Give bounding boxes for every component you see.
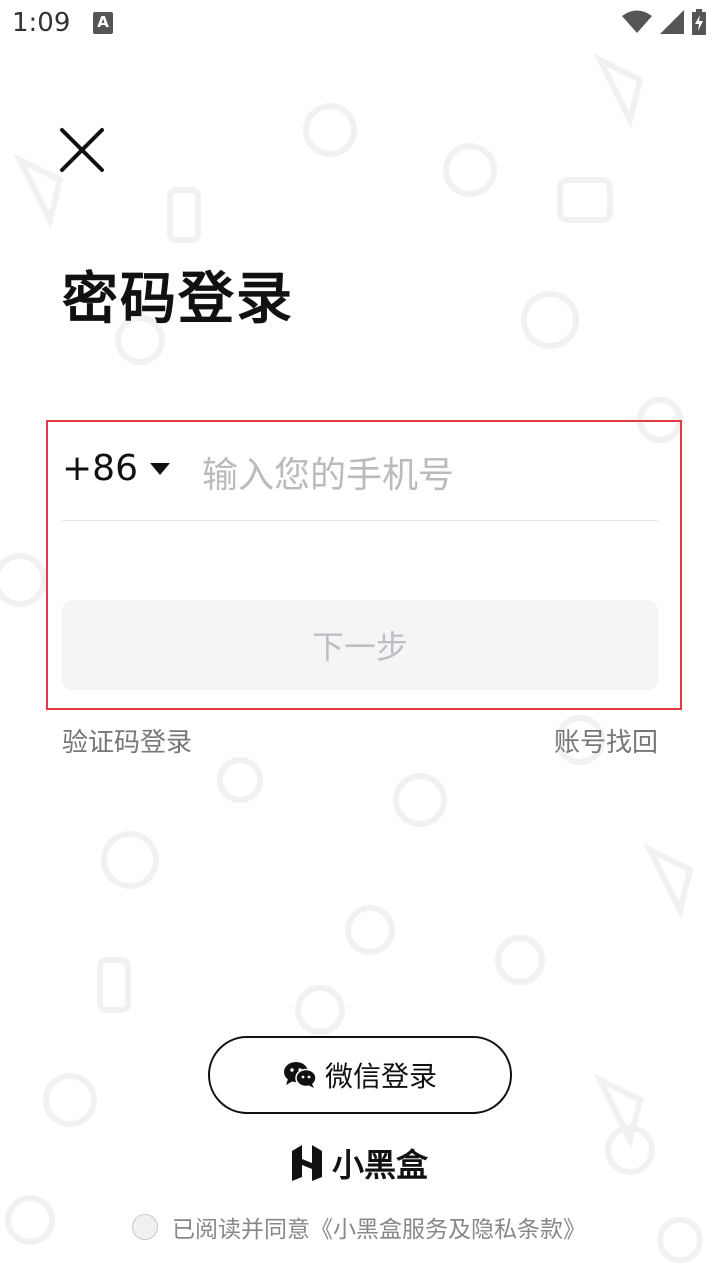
wechat-login-button[interactable]: 微信登录 — [208, 1036, 512, 1114]
agreement-text[interactable]: 已阅读并同意《小黑盒服务及隐私条款》 — [172, 1210, 586, 1244]
page-title: 密码登录 — [62, 267, 294, 332]
caret-down-icon — [149, 462, 170, 475]
close-icon — [60, 128, 104, 172]
cellular-signal-icon — [660, 10, 684, 34]
notification-icon: A — [93, 12, 113, 34]
next-button[interactable]: 下一步 — [62, 600, 658, 690]
wechat-login-label: 微信登录 — [324, 1060, 437, 1093]
status-icons — [622, 9, 706, 35]
account-recovery-link[interactable]: 账号找回 — [554, 722, 658, 759]
country-code-label: +86 — [62, 448, 138, 489]
brand-name: 小黑盒 — [332, 1146, 429, 1184]
agreement-row: 已阅读并同意《小黑盒服务及隐私条款》 — [132, 1210, 586, 1244]
sms-login-link[interactable]: 验证码登录 — [62, 722, 192, 759]
phone-input[interactable] — [200, 444, 660, 506]
wechat-icon — [283, 1062, 317, 1088]
wifi-icon — [622, 10, 652, 33]
close-button[interactable] — [56, 124, 108, 176]
battery-charging-icon — [692, 9, 706, 35]
status-time: 1:09 — [12, 8, 71, 38]
country-code-selector[interactable]: +86 — [62, 448, 170, 489]
input-divider — [62, 520, 658, 521]
heybox-logo-icon — [292, 1145, 322, 1181]
brand-logo: 小黑盒 — [290, 1140, 428, 1186]
agreement-checkbox[interactable] — [132, 1214, 158, 1240]
